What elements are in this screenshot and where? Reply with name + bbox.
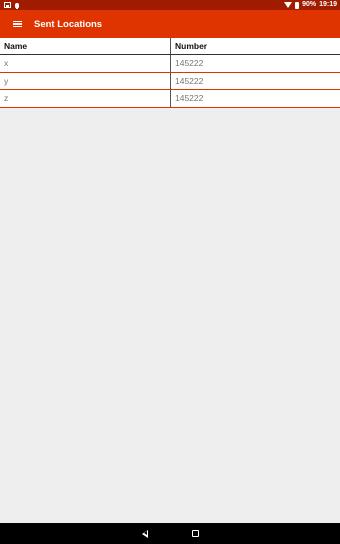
- wifi-icon: [284, 2, 293, 8]
- battery-level: 90%: [302, 1, 317, 8]
- name-cell: y: [4, 75, 9, 86]
- column-header-name: Name: [4, 41, 28, 51]
- table-header: Name Number: [0, 38, 340, 55]
- column-header-number: Number: [170, 38, 340, 54]
- back-icon[interactable]: [141, 529, 148, 538]
- name-cell: x: [4, 58, 9, 69]
- page-title: Sent Locations: [34, 18, 103, 30]
- status-left: [4, 2, 19, 9]
- hamburger-icon: [12, 20, 22, 28]
- clock: 19:19: [319, 1, 337, 8]
- navigation-bar: [0, 523, 340, 544]
- status-bar: 90% 19:19: [0, 0, 340, 10]
- number-cell: 145222: [170, 72, 340, 89]
- battery-icon: [295, 1, 300, 9]
- locations-table: Name Number x 145222 y 145222 z 145222: [0, 38, 340, 108]
- menu-button[interactable]: [0, 10, 34, 38]
- table-row[interactable]: y 145222: [0, 72, 340, 90]
- name-cell: z: [4, 93, 9, 104]
- number-cell: 145222: [170, 55, 340, 72]
- image-icon: [4, 2, 11, 8]
- table-row[interactable]: z 145222: [0, 90, 340, 108]
- status-right: 90% 19:19: [284, 0, 337, 10]
- home-icon[interactable]: [191, 530, 199, 537]
- table-row[interactable]: x 145222: [0, 55, 340, 73]
- number-cell: 145222: [170, 90, 340, 107]
- bulb-icon: [15, 2, 19, 9]
- app-bar: Sent Locations: [0, 10, 340, 38]
